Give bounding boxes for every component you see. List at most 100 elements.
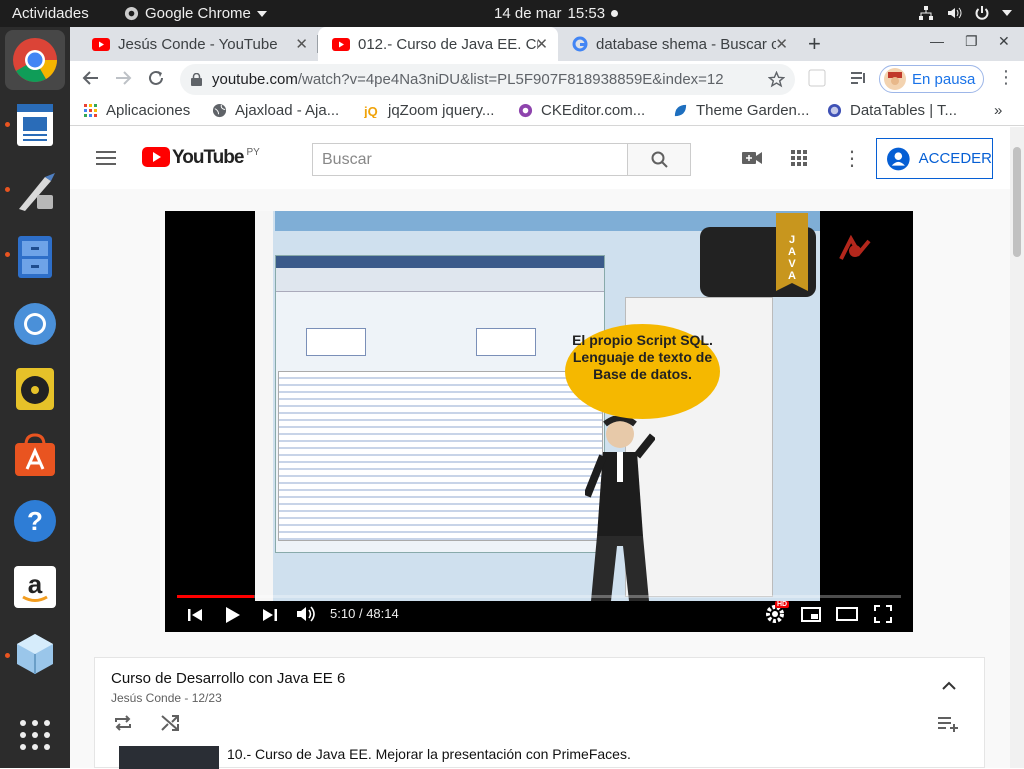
tab-strip: Jesús Conde - YouTube ✕ 012.- Curso de J… [70,27,1024,61]
chromium-icon [14,303,56,345]
system-tray[interactable] [918,5,1012,21]
forward-icon[interactable] [114,69,132,87]
bookmark-themegarden[interactable]: Theme Garden... [673,102,809,119]
dock-chromium[interactable] [11,300,59,348]
bookmark-label: jqZoom jquery... [388,102,495,119]
cube-icon [17,634,53,674]
add-to-queue-icon[interactable] [937,716,959,732]
fullscreen-icon[interactable] [874,605,892,623]
chevron-up-icon[interactable] [942,681,956,690]
app-menu[interactable]: Google Chrome [124,5,267,22]
volume-icon[interactable] [296,605,316,623]
apps-icon[interactable] [791,150,807,166]
close-icon[interactable]: ✕ [295,35,308,53]
er-table-box [306,328,366,356]
page-scrollbar[interactable] [1010,127,1024,768]
svg-text:V: V [788,258,796,270]
dock-writer[interactable] [11,101,59,149]
address-bar[interactable]: youtube.com/watch?v=4pe4Na3niDU&list=PL5… [180,64,795,95]
play-icon[interactable] [225,606,241,624]
youtube-icon [92,37,110,51]
minimize-button[interactable]: — [930,33,944,49]
activities-button[interactable]: Actividades [12,5,89,22]
paint-icon [19,173,55,211]
new-tab-button[interactable]: + [808,31,821,57]
dock-software[interactable] [11,431,59,479]
playlist-subtitle: Jesús Conde - 12/23 [111,691,222,705]
dock-chrome[interactable] [5,30,65,90]
next-icon[interactable] [262,607,278,623]
settings-menu-button[interactable]: ⋮ [842,146,862,171]
chevron-down-icon [256,10,267,17]
speech-bubble: El propio Script SQL. Lenguaje de texto … [565,324,720,419]
presenter-figure [585,416,655,601]
reload-icon[interactable] [147,69,165,87]
progress-bar[interactable] [177,595,901,598]
volume-icon [948,7,962,19]
theater-mode-icon[interactable] [836,607,858,621]
svg-text:a: a [28,569,43,599]
dock-files[interactable] [11,233,59,281]
chrome-icon [13,38,57,82]
bookmark-datatables[interactable]: DataTables | T... [827,102,957,119]
dock-rhythmbox[interactable] [11,365,59,413]
playlist-item-thumbnail[interactable] [119,746,219,769]
dock-editor[interactable] [11,167,59,215]
avatar [884,68,906,90]
bookmark-label: Aplicaciones [106,102,191,119]
editor-titlebar [276,256,604,268]
hd-badge: HD [775,601,790,608]
search-input[interactable]: Buscar [312,143,628,176]
bookmark-ajaxload[interactable]: Ajaxload - Aja... [212,102,339,119]
close-icon[interactable]: ✕ [535,35,548,53]
leaf-icon [674,104,687,117]
url-path: /watch?v=4pe4Na3niDU&list=PL5F907F818938… [297,71,724,88]
tab-google-search[interactable]: database shema - Buscar c ✕ [558,27,798,61]
playlist-panel: Curso de Desarrollo con Java EE 6 Jesús … [94,657,985,769]
logo-wordmark: YouTube [172,147,244,168]
bookmark-ckeditor[interactable]: CKEditor.com... [518,102,645,119]
media-queue-icon[interactable] [850,69,868,87]
progress-played [177,595,255,598]
restore-button[interactable]: ❐ [965,33,978,50]
show-apps-button[interactable] [11,711,59,759]
star-icon[interactable] [768,71,785,88]
profile-button[interactable]: En pausa [879,65,984,93]
dock-help[interactable]: ? [11,497,59,545]
extension-icon[interactable] [808,69,826,87]
chrome-menu-button[interactable]: ⋮ [997,67,1015,88]
bookmark-apps[interactable]: Aplicaciones [84,102,190,119]
tab-active-video[interactable]: 012.- Curso de Java EE. Cr ✕ [318,27,558,61]
miniplayer-icon[interactable] [801,607,821,622]
video-camera-icon[interactable] [742,151,762,165]
playlist-title[interactable]: Curso de Desarrollo con Java EE 6 [111,670,345,687]
youtube-page: YouTube PY Buscar ⋮ ACCEDER J A V A El p… [70,127,1024,769]
back-icon[interactable] [82,69,100,87]
hamburger-menu-icon[interactable] [96,151,116,165]
dock-virtualbox[interactable] [11,630,59,678]
video-player[interactable]: JAVA El propio Script SQL. Lenguaje de t… [165,211,913,632]
document-icon [17,104,53,146]
playlist-item-title[interactable]: 10.- Curso de Java EE. Mejorar la presen… [227,746,631,762]
profile-label: En pausa [912,70,976,88]
loop-icon[interactable] [113,715,133,731]
bookmarks-overflow-button[interactable]: » [994,102,1002,119]
help-icon: ? [14,500,56,542]
clock[interactable]: 14 de mar 15:53 [494,5,619,22]
search-button[interactable] [627,143,691,176]
shuffle-icon[interactable] [161,715,179,731]
previous-icon[interactable] [187,607,203,623]
tab-youtube-channel[interactable]: Jesús Conde - YouTube ✕ [78,27,318,61]
network-icon [919,6,933,20]
close-icon[interactable]: ✕ [775,35,788,53]
youtube-logo[interactable]: YouTube PY [142,147,260,169]
dock-amazon[interactable]: a [11,563,59,611]
tab-title: database shema - Buscar c [596,35,776,53]
scrollbar-thumb[interactable] [1013,147,1021,257]
channel-watermark-icon[interactable] [837,235,873,263]
bookmarks-bar: Aplicaciones Ajaxload - Aja... jQ jqZoom… [70,98,1024,126]
bookmark-jqzoom[interactable]: jQ jqZoom jquery... [364,102,494,119]
close-window-button[interactable]: ✕ [998,33,1010,50]
speaker-icon [16,368,54,410]
sign-in-button[interactable]: ACCEDER [876,138,993,179]
